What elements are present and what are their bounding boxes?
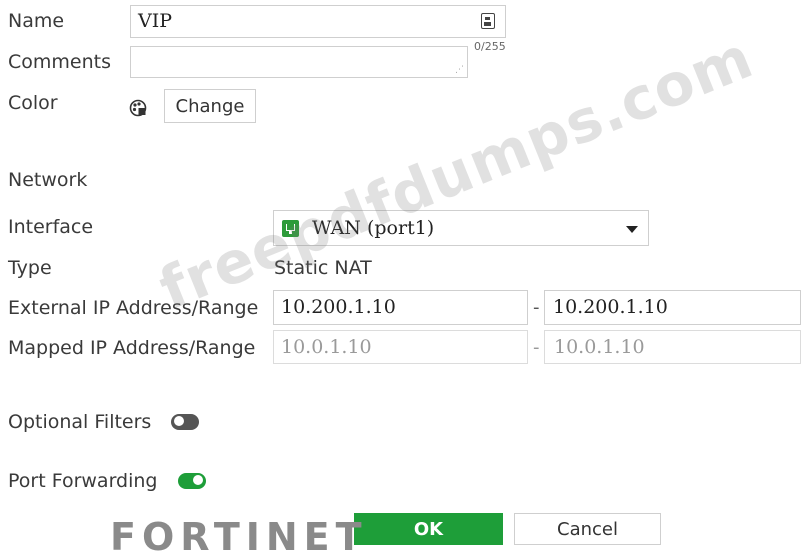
fortinet-logo: FORTINET	[110, 515, 368, 559]
resize-handle-icon[interactable]: ⋰	[455, 65, 464, 75]
interface-select-value: WAN (port1)	[312, 217, 435, 239]
range-separator: -	[533, 337, 540, 358]
comments-counter: 0/255	[474, 40, 506, 53]
port-forwarding-toggle[interactable]	[178, 473, 206, 489]
caret-down-icon	[626, 226, 638, 233]
name-label: Name	[8, 10, 65, 32]
optional-filters-label: Optional Filters	[8, 411, 152, 433]
color-label: Color	[8, 92, 58, 114]
type-value: Static NAT	[274, 257, 372, 279]
mapped-ip-end-input[interactable]: 10.0.1.10	[544, 330, 801, 364]
network-section-header: Network	[8, 169, 88, 191]
external-ip-label: External IP Address/Range	[8, 297, 259, 319]
external-ip-start-value: 10.200.1.10	[281, 296, 396, 318]
external-ip-end-input[interactable]: 10.200.1.10	[544, 290, 801, 325]
range-separator: -	[533, 297, 540, 318]
ok-button[interactable]: OK	[354, 513, 503, 545]
network-port-icon	[282, 220, 299, 237]
mapped-ip-end-value: 10.0.1.10	[554, 336, 645, 358]
interface-label: Interface	[8, 216, 94, 238]
change-color-button[interactable]: Change	[164, 89, 256, 123]
mapped-ip-label: Mapped IP Address/Range	[8, 337, 256, 359]
mapped-ip-start-value: 10.0.1.10	[281, 336, 372, 358]
port-forwarding-label: Port Forwarding	[8, 470, 158, 492]
comments-label: Comments	[8, 51, 111, 73]
mapped-ip-start-input[interactable]: 10.0.1.10	[273, 330, 528, 364]
palette-icon	[129, 99, 147, 117]
type-label: Type	[8, 257, 52, 279]
name-input[interactable]: VIP	[130, 5, 506, 38]
cancel-button[interactable]: Cancel	[514, 513, 661, 545]
external-ip-end-value: 10.200.1.10	[553, 296, 668, 318]
name-input-value: VIP	[138, 10, 173, 32]
id-card-icon	[481, 13, 495, 29]
interface-select[interactable]: WAN (port1)	[273, 210, 649, 246]
comments-textarea[interactable]: ⋰	[130, 46, 468, 78]
external-ip-start-input[interactable]: 10.200.1.10	[273, 290, 528, 325]
optional-filters-toggle[interactable]	[171, 414, 199, 430]
